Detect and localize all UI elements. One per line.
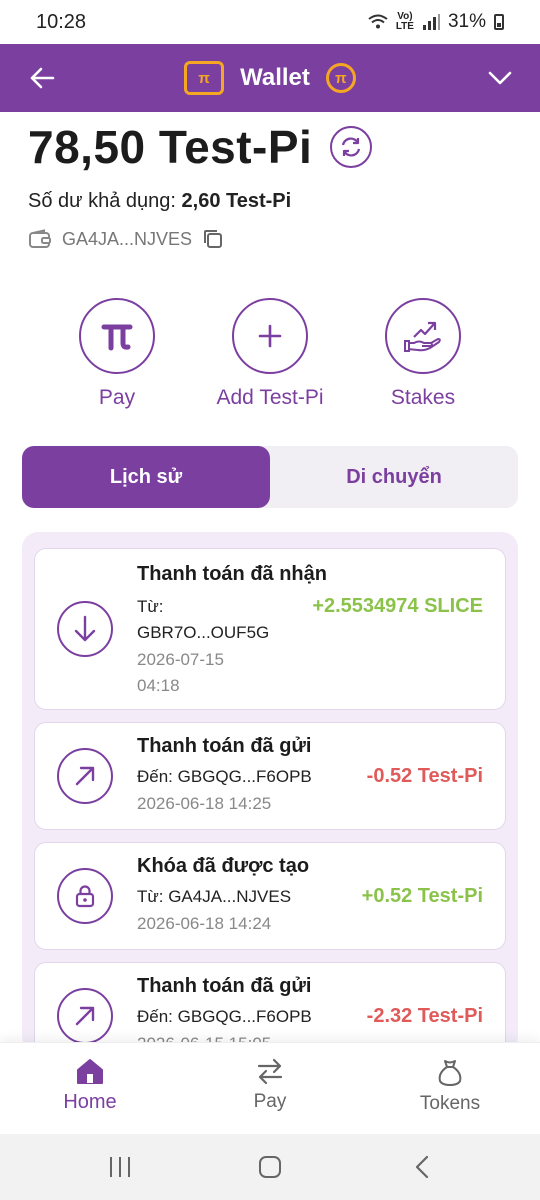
nav-home-label: Home — [63, 1091, 117, 1113]
transaction-amount: -0.52 Test-Pi — [366, 765, 483, 787]
swap-icon — [257, 1058, 283, 1085]
available-label: Số dư khả dụng: — [28, 190, 176, 212]
transaction-date: 2026-07-15 — [137, 650, 224, 669]
app-title-group: π Wallet π — [184, 61, 356, 95]
wifi-icon — [368, 14, 388, 29]
transaction-date: 2026-06-18 14:25 — [137, 794, 272, 813]
lock-icon — [75, 885, 95, 908]
pay-action-label: Pay — [98, 386, 136, 409]
tab-history[interactable]: Lịch sử — [22, 446, 270, 508]
transaction-icon — [57, 868, 113, 924]
nav-pay[interactable]: Pay — [180, 1057, 360, 1113]
action-buttons: Pay Add Test-Pi Stakes — [0, 298, 540, 418]
transaction-title: Thanh toán đã gửi — [137, 975, 312, 997]
status-bar: 10:28 Vo) LTE 31% — [0, 0, 540, 44]
recent-apps-button[interactable] — [100, 1150, 140, 1184]
available-balance: Số dư khả dụng: 2,60 Test-Pi — [28, 190, 291, 213]
transaction-title: Thanh toán đã nhận — [137, 563, 327, 585]
refresh-button[interactable] — [330, 126, 373, 168]
stakes-button[interactable]: Stakes — [333, 298, 513, 410]
app-bar: π Wallet π — [0, 44, 540, 112]
money-bag-icon — [438, 1060, 462, 1086]
stakes-action-circle[interactable] — [385, 298, 461, 374]
transaction-time: 04:18 — [137, 676, 180, 695]
copy-icon[interactable] — [202, 228, 224, 250]
battery-icon — [494, 14, 504, 30]
pi-icon — [101, 324, 133, 351]
arrow-down-icon — [74, 615, 96, 642]
tab-movements[interactable]: Di chuyển — [270, 446, 518, 508]
transaction-card[interactable]: Thanh toán đã gửi Đến: GBGQG...F6OPB 202… — [34, 722, 506, 830]
wallet-logo-icon: π — [184, 61, 225, 95]
transaction-icon — [57, 601, 113, 657]
chevron-down-icon — [488, 71, 512, 85]
nav-tokens-label: Tokens — [419, 1093, 481, 1114]
history-tabs: Lịch sử Di chuyển — [22, 446, 518, 508]
transaction-date: 2026-06-18 14:24 — [137, 914, 272, 933]
signal-icon — [422, 14, 440, 30]
transaction-card[interactable]: Thanh toán đã nhận Từ: GBR7O...OUF5G 202… — [34, 548, 506, 710]
available-value: 2,60 Test-Pi — [181, 190, 292, 212]
transaction-card[interactable]: Thanh toán đã gửi Đến: GBGQG...F6OPB 202… — [34, 962, 506, 1052]
menu-dropdown-button[interactable] — [482, 60, 518, 96]
transaction-title: Thanh toán đã gửi — [137, 735, 312, 757]
home-icon — [77, 1059, 103, 1084]
recent-apps-icon — [110, 1157, 130, 1177]
wallet-icon — [29, 229, 51, 248]
back-chevron-icon — [415, 1155, 429, 1179]
add-action-label: Add Test-Pi — [216, 386, 324, 409]
transaction-party: Đến: GBGQG...F6OPB — [137, 767, 312, 786]
back-button[interactable] — [24, 60, 60, 96]
battery-percent: 31% — [447, 11, 486, 32]
wallet-address-row: GA4JA...NJVES — [28, 228, 224, 250]
page-title: Wallet — [240, 64, 310, 91]
stakes-action-label: Stakes — [390, 386, 456, 409]
system-navigation-bar — [0, 1134, 540, 1200]
transaction-icon — [57, 988, 113, 1044]
volte-indicator: Vo) LTE — [395, 11, 414, 32]
wallet-address: GA4JA...NJVES — [62, 228, 193, 249]
add-action-circle[interactable] — [232, 298, 308, 374]
balance-amount: 78,50 Test-Pi — [28, 121, 313, 173]
transaction-amount: +2.5534974 SLICE — [312, 595, 483, 617]
pay-action-circle[interactable] — [79, 298, 155, 374]
home-system-button[interactable] — [250, 1150, 290, 1184]
arrow-left-icon — [30, 67, 55, 89]
transaction-party-address: GBR7O...OUF5G — [137, 623, 270, 642]
back-system-button[interactable] — [402, 1150, 442, 1184]
arrow-up-right-icon — [75, 1006, 95, 1026]
transaction-amount: -2.32 Test-Pi — [366, 1005, 483, 1027]
nav-home[interactable]: Home — [0, 1057, 180, 1114]
transaction-icon — [57, 748, 113, 804]
home-square-icon — [259, 1156, 281, 1178]
transaction-card[interactable]: Khóa đã được tạo Từ: GA4JA...NJVES 2026-… — [34, 842, 506, 950]
nav-pay-label: Pay — [253, 1091, 287, 1112]
bottom-navigation: Home Pay Tokens — [0, 1042, 540, 1134]
transaction-amount: +0.52 Test-Pi — [361, 885, 483, 907]
status-time: 10:28 — [36, 10, 87, 33]
transaction-party: Từ: GA4JA...NJVES — [137, 887, 292, 906]
transaction-party: Từ: — [137, 597, 164, 616]
transaction-list: Thanh toán đã nhận Từ: GBR7O...OUF5G 202… — [22, 532, 518, 1052]
transaction-title: Khóa đã được tạo — [137, 855, 310, 877]
arrow-up-right-icon — [75, 766, 95, 786]
refresh-icon — [342, 137, 361, 157]
plus-icon — [258, 324, 282, 348]
balance-row: 78,50 Test-Pi — [28, 120, 373, 174]
transaction-party: Đến: GBGQG...F6OPB — [137, 1007, 312, 1026]
status-icons: Vo) LTE 31% — [368, 11, 504, 33]
stakes-icon — [404, 321, 441, 352]
nav-tokens[interactable]: Tokens — [360, 1057, 540, 1115]
pi-coin-icon: π — [325, 63, 356, 93]
